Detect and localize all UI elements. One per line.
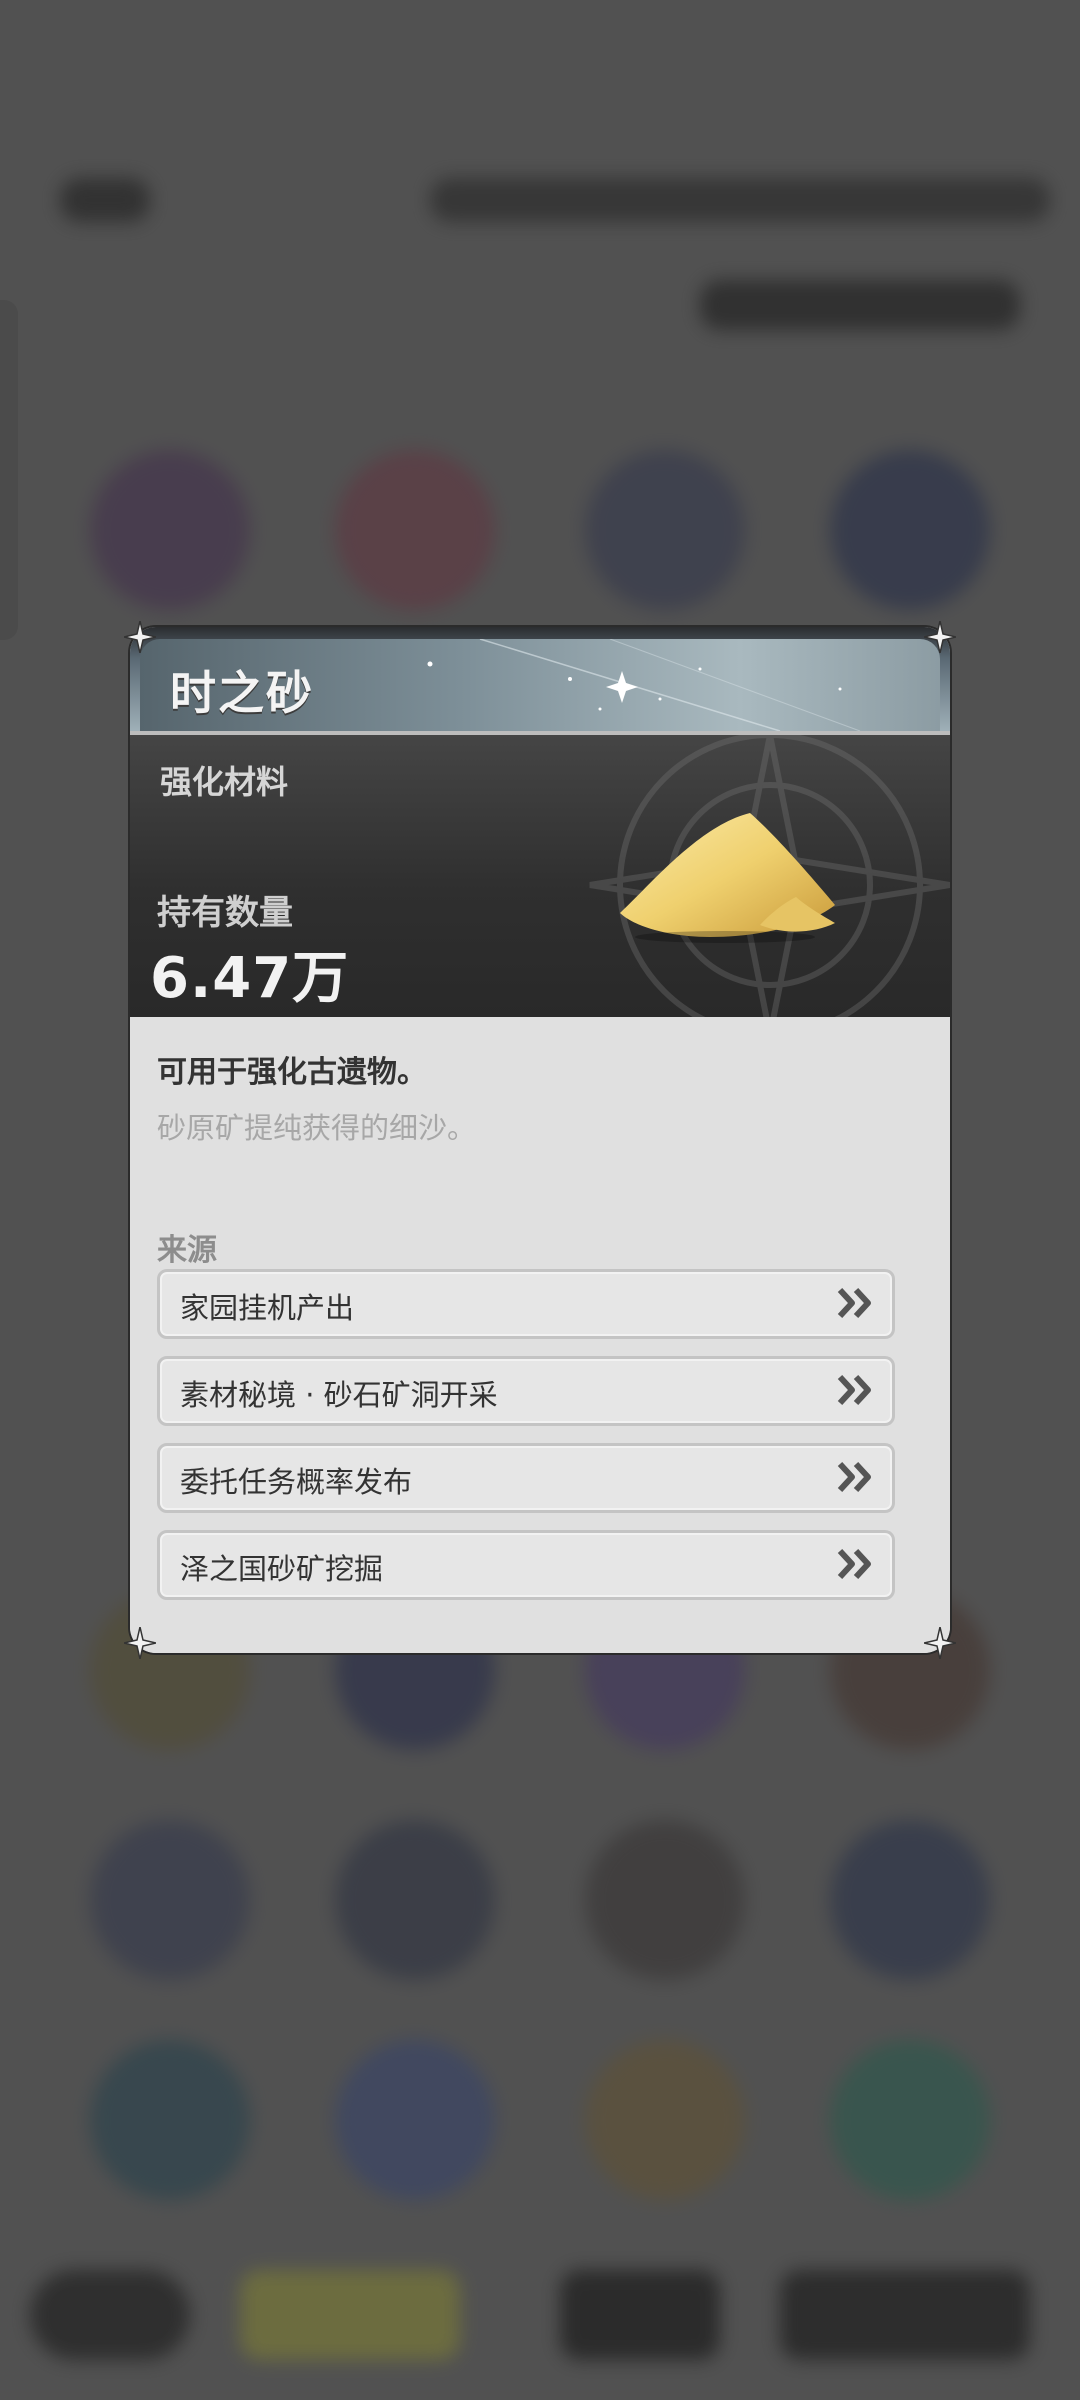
source-item-label: 家园挂机产出: [180, 1291, 355, 1325]
corner-ornament-icon: [924, 621, 956, 653]
owned-quantity-label: 持有数量: [157, 893, 293, 933]
source-item-label: 素材秘境 · 砂石矿洞开采: [180, 1378, 498, 1412]
source-item[interactable]: 素材秘境 · 砂石矿洞开采: [157, 1356, 895, 1426]
item-detail-dialog: 时之砂 强化材料 持有数量 6.47万 可用于强化古遗物。 砂原矿提纯获得的细沙…: [124, 621, 956, 1659]
source-item[interactable]: 委托任务概率发布: [157, 1443, 895, 1513]
owned-quantity-value: 6.47万: [150, 946, 350, 1011]
double-chevron-right-icon: [837, 1374, 871, 1406]
side-drawer-handle[interactable]: [0, 300, 18, 640]
item-flavor-text: 砂原矿提纯获得的细沙。: [157, 1111, 477, 1145]
double-chevron-right-icon: [837, 1287, 871, 1319]
item-header: 强化材料 持有数量 6.47万: [130, 731, 950, 1017]
double-chevron-right-icon: [837, 1461, 871, 1493]
item-description: 可用于强化古遗物。: [157, 1055, 427, 1090]
source-item-label: 泽之国砂矿挖掘: [180, 1552, 384, 1586]
sources-heading: 来源: [157, 1233, 217, 1268]
sand-pile-icon: [620, 813, 835, 943]
corner-ornament-icon: [124, 1627, 156, 1659]
source-item[interactable]: 家园挂机产出: [157, 1269, 895, 1339]
source-item[interactable]: 泽之国砂矿挖掘: [157, 1530, 895, 1600]
double-chevron-right-icon: [837, 1548, 871, 1580]
dialog-frame: 时之砂 强化材料 持有数量 6.47万 可用于强化古遗物。 砂原矿提纯获得的细沙…: [130, 627, 950, 1653]
corner-ornament-icon: [124, 621, 156, 653]
corner-ornament-icon: [924, 1627, 956, 1659]
title-bar: 时之砂: [130, 627, 950, 731]
source-item-label: 委托任务概率发布: [180, 1465, 413, 1499]
item-body: 可用于强化古遗物。 砂原矿提纯获得的细沙。 来源 家园挂机产出 素材秘境 · 砂…: [130, 1017, 950, 1653]
item-title: 时之砂: [170, 666, 314, 720]
item-category: 强化材料: [160, 763, 289, 801]
